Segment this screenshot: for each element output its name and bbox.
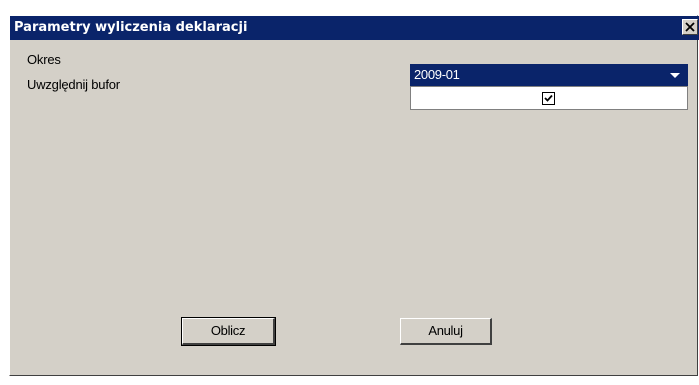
anuluj-button[interactable]: Anuluj	[400, 318, 492, 345]
okres-value: 2009-01	[414, 67, 460, 82]
bufor-field	[410, 86, 688, 110]
close-button[interactable]	[682, 19, 698, 35]
title-bar[interactable]: Parametry wyliczenia deklaracji	[10, 16, 699, 40]
okres-dropdown[interactable]: 2009-01	[410, 64, 688, 86]
okres-label: Okres	[27, 52, 61, 67]
chevron-down-icon[interactable]	[670, 73, 680, 78]
checkmark-icon	[544, 94, 553, 102]
window-title: Parametry wyliczenia deklaracji	[14, 20, 248, 35]
oblicz-button[interactable]: Oblicz	[181, 317, 276, 346]
bufor-label: Uwzględnij bufor	[27, 77, 120, 92]
close-icon	[685, 22, 695, 32]
bufor-checkbox[interactable]	[542, 92, 555, 105]
